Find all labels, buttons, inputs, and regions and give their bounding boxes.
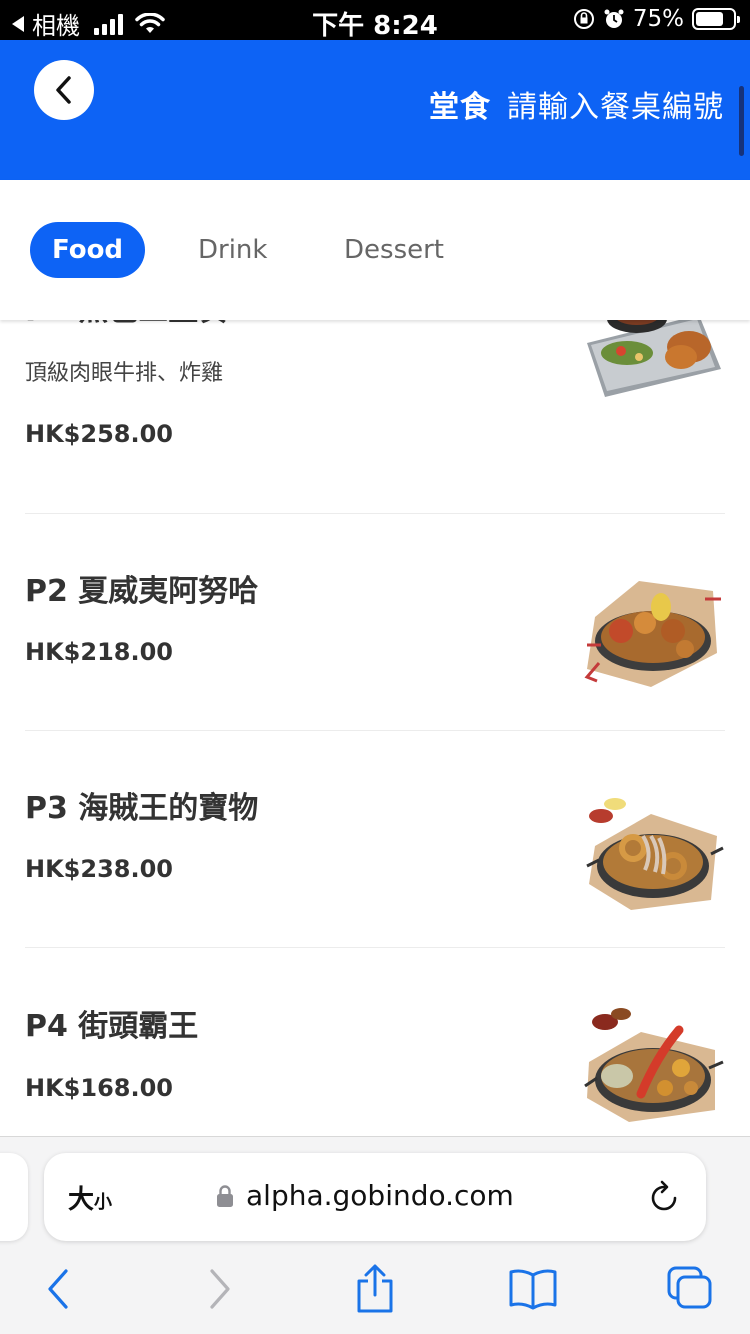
bookmarks-icon[interactable] xyxy=(508,1267,558,1311)
previous-tab-peek[interactable] xyxy=(0,1153,28,1241)
address-bar[interactable]: 大小 alpha.gobindo.com xyxy=(44,1153,706,1241)
item-price: HK$238.00 xyxy=(25,855,173,883)
reload-icon[interactable] xyxy=(648,1179,680,1213)
dining-mode-label: 堂食 xyxy=(429,90,491,125)
orientation-lock-icon xyxy=(573,9,594,29)
share-icon[interactable] xyxy=(354,1263,396,1315)
street-platter-image[interactable] xyxy=(581,1006,725,1126)
back-button[interactable] xyxy=(34,60,94,120)
url-display[interactable]: alpha.gobindo.com xyxy=(216,1179,514,1212)
category-tabs: Food Drink Dessert xyxy=(0,180,750,320)
battery-percent: 75% xyxy=(632,6,684,32)
text-size-small: 小 xyxy=(94,1192,113,1213)
browser-back-icon[interactable] xyxy=(44,1267,72,1311)
scroll-indicator xyxy=(739,86,744,156)
status-right: 75% xyxy=(573,6,740,32)
browser-forward-icon[interactable] xyxy=(206,1267,234,1311)
item-name: P3 海賊王的寶物 xyxy=(25,791,259,826)
chevron-left-icon xyxy=(56,76,71,104)
tab-dessert[interactable]: Dessert xyxy=(344,222,444,278)
hawaiian-platter-image[interactable] xyxy=(581,573,725,693)
menu-item[interactable]: P3 海賊王的寶物 HK$238.00 xyxy=(25,731,725,948)
alarm-icon xyxy=(604,9,624,28)
text-size-button[interactable]: 大小 xyxy=(68,1179,112,1216)
text-size-big: 大 xyxy=(68,1185,95,1215)
tab-drink[interactable]: Drink xyxy=(198,222,267,278)
menu-item[interactable]: P1 黑色三重奏 頂級肉眼牛排、炸雞 HK$258.00 xyxy=(25,320,725,514)
item-name: P4 街頭霸王 xyxy=(25,1009,199,1044)
menu-list: P1 黑色三重奏 頂級肉眼牛排、炸雞 HK$258.00 P2 夏威夷阿努哈 H… xyxy=(0,320,750,1136)
header-title: 堂食 請輸入餐桌編號 xyxy=(429,82,724,126)
steak-platter-image[interactable] xyxy=(581,320,725,405)
page-header: 堂食 請輸入餐桌編號 xyxy=(0,40,750,180)
menu-item[interactable]: P4 街頭霸王 HK$168.00 xyxy=(25,948,725,1136)
seafood-platter-image[interactable] xyxy=(581,796,725,916)
status-bar: 相機 下午 8:24 75% xyxy=(0,0,750,41)
browser-bottom-bar: 大小 alpha.gobindo.com xyxy=(0,1136,750,1334)
item-name: P1 黑色三重奏 xyxy=(25,320,228,329)
item-price: HK$218.00 xyxy=(25,638,173,666)
item-price: HK$168.00 xyxy=(25,1074,173,1102)
tab-food[interactable]: Food xyxy=(30,222,146,278)
url-text: alpha.gobindo.com xyxy=(246,1179,514,1212)
lock-icon xyxy=(217,1184,233,1207)
battery-level xyxy=(696,12,723,26)
item-price: HK$258.00 xyxy=(25,420,173,448)
battery-icon xyxy=(692,8,740,30)
menu-item[interactable]: P2 夏威夷阿努哈 HK$218.00 xyxy=(25,514,725,731)
table-number-prompt[interactable]: 請輸入餐桌編號 xyxy=(507,90,724,125)
item-name: P2 夏威夷阿努哈 xyxy=(25,574,259,609)
item-description: 頂級肉眼牛排、炸雞 xyxy=(25,361,224,386)
tabs-icon[interactable] xyxy=(666,1265,714,1311)
